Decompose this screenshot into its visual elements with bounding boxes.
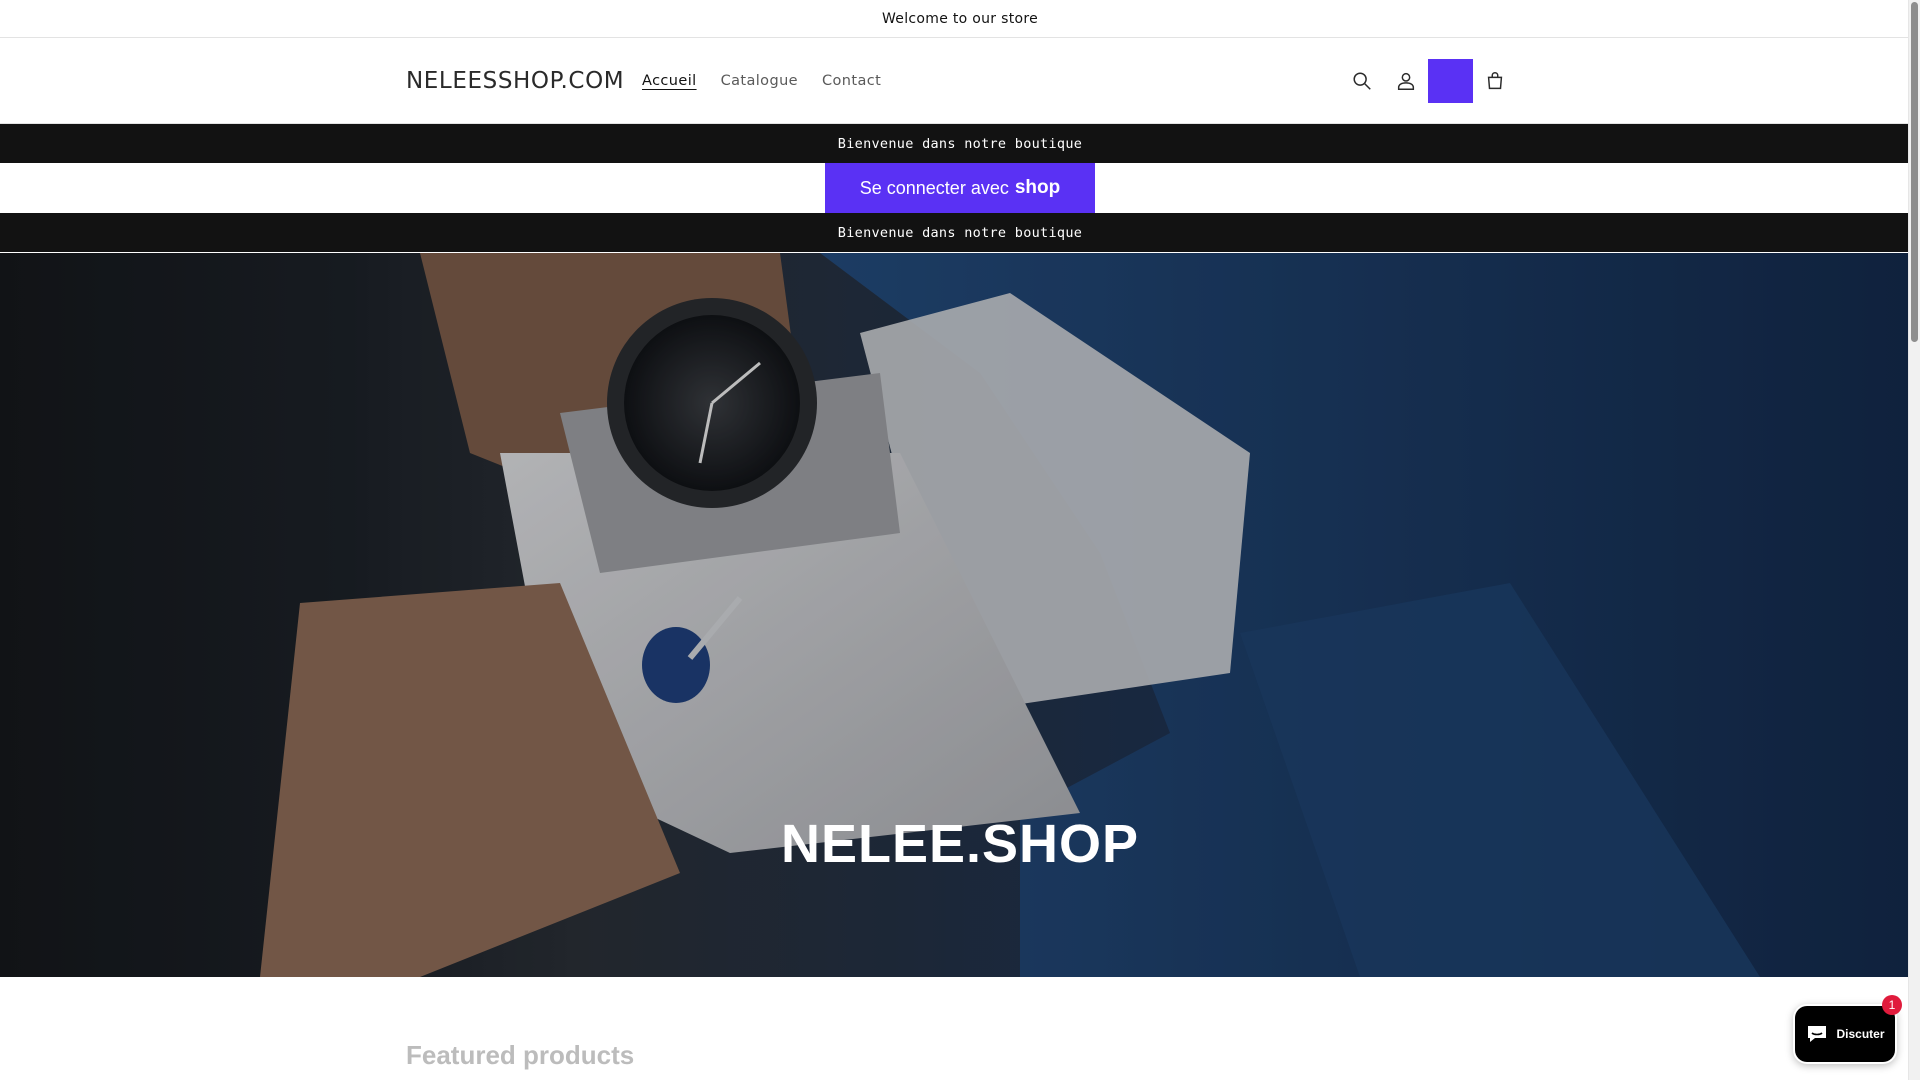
welcome-banner-secondary: Bienvenue dans notre boutique [0,213,1920,252]
welcome-banner: Bienvenue dans notre boutique [0,124,1920,163]
announcement-bar: Welcome to our store [0,0,1920,38]
chat-bubble-icon [1808,1026,1827,1042]
chat-button-inner: Discuter [1795,1006,1895,1062]
nav-item-contact[interactable]: Contact [810,73,893,89]
store-logo[interactable]: NELEESSHOP.COM [406,39,624,123]
shop-login-label: Se connecter avec [859,177,1009,198]
cart-button[interactable] [1473,59,1517,103]
account-button[interactable] [1384,59,1428,103]
shop-login-row: Se connecter avec shop [0,163,1920,213]
nav-item-accueil[interactable]: Accueil [630,73,709,89]
account-icon [1397,72,1415,90]
chat-button[interactable]: Discuter [1793,1004,1897,1064]
main-nav: Accueil Catalogue Contact [630,39,893,123]
chat-notification-badge: 1 [1882,995,1902,1015]
site-header: NELEESSHOP.COM Accueil Catalogue Contact [0,39,1920,124]
featured-products-heading: Featured products [406,1040,635,1070]
welcome-banner-text: Bienvenue dans notre boutique [837,135,1083,152]
shop-login-button[interactable]: Se connecter avec shop [825,163,1095,213]
hero-banner: NELEE.SHOP [0,253,1920,977]
chat-label: Discuter [1836,1027,1885,1041]
announcement-text: Welcome to our store [881,10,1039,27]
storefront-page: Welcome to our store NELEESSHOP.COM Accu… [0,0,1920,1080]
welcome-banner-secondary-text: Bienvenue dans notre boutique [837,224,1083,241]
nav-item-catalogue[interactable]: Catalogue [709,73,810,89]
scrollbar-thumb[interactable] [1911,2,1918,342]
hero-title: NELEE.SHOP [780,814,1140,874]
search-icon [1353,72,1371,90]
search-button[interactable] [1340,59,1384,103]
shop-brand-text: shop [1014,177,1061,198]
cart-icon [1487,72,1503,90]
shop-pay-button[interactable] [1428,59,1473,103]
